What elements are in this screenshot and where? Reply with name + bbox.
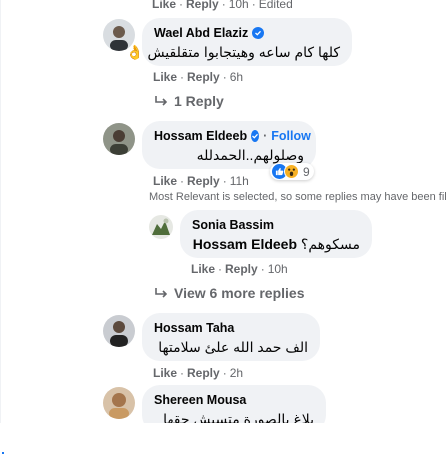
reply-arrow-icon — [155, 96, 168, 106]
timestamp[interactable]: 6h — [230, 70, 243, 84]
reply-link[interactable]: Reply — [186, 0, 219, 11]
timestamp[interactable]: 11h — [230, 174, 249, 188]
comment-actions: Like · Reply · 11h — [153, 174, 249, 188]
avatar[interactable] — [103, 315, 135, 347]
focus-marker — [2, 452, 4, 454]
comment-text: مسكوهم؟ Hossam Eldeeb — [192, 236, 360, 253]
view-replies-link[interactable]: 1 Reply — [154, 93, 224, 109]
comments-panel: Like · Reply · 10h · Edited Wael Abd Elaziz كل… — [0, 0, 446, 423]
comment-bubble: Wael Abd Elaziz كلها كام ساعه وهيتجابوا … — [126, 18, 352, 66]
avatar[interactable] — [149, 215, 173, 239]
comment-actions: Like · Reply · 2h — [153, 366, 244, 380]
like-link[interactable]: Like — [152, 0, 176, 11]
like-link[interactable]: Like — [153, 70, 177, 84]
view-more-replies-link[interactable]: View 6 more replies — [154, 285, 304, 301]
comment-text: الف حمد الله علئ سلامتها — [158, 339, 308, 355]
previous-comment-actions: Like · Reply · 10h · Edited — [152, 0, 293, 11]
verified-badge-icon — [251, 130, 260, 142]
reaction-summary[interactable]: 9 — [270, 163, 314, 180]
like-link[interactable]: Like — [191, 262, 215, 276]
reply-link[interactable]: Reply — [225, 262, 258, 276]
reply-link[interactable]: Reply — [187, 366, 220, 380]
reply-link[interactable]: Reply — [187, 70, 220, 84]
comment-actions: Like · Reply · 6h — [153, 70, 244, 84]
wow-reaction-icon — [284, 164, 299, 179]
comment-bubble: Shereen Mousa بلاغ بالصورة متسبش حقها — [142, 385, 326, 423]
comment-author[interactable]: Hossam Eldeeb · Follow — [154, 129, 311, 143]
reply-link[interactable]: Reply — [187, 174, 220, 188]
comment-actions: Like · Reply · 10h — [191, 262, 288, 276]
comment-author[interactable]: Wael Abd Elaziz — [154, 26, 340, 40]
follow-button[interactable]: Follow — [271, 129, 311, 143]
comment-text: بلاغ بالصورة متسبش حقها — [163, 411, 314, 423]
comment-author[interactable]: Sonia Bassim — [192, 218, 360, 232]
comment-text: وصلولهم..الحمدلله — [196, 147, 304, 163]
comment-bubble: Hossam Taha الف حمد الله علئ سلامتها — [142, 313, 320, 361]
comment-author[interactable]: Hossam Taha — [154, 321, 308, 335]
reply-text: مسكوهم؟ — [300, 236, 360, 252]
filter-notice: Most Relevant is selected, so some repli… — [149, 191, 446, 203]
reply-bubble: Sonia Bassim مسكوهم؟ Hossam Eldeeb — [180, 210, 372, 258]
timestamp[interactable]: 10h — [229, 0, 249, 11]
comment-bubble: Hossam Eldeeb · Follow وصلولهم..الحمدلله — [142, 121, 316, 169]
reply-arrow-icon — [155, 288, 168, 298]
mention-link[interactable]: Hossam Eldeeb — [193, 236, 297, 252]
avatar[interactable] — [103, 123, 135, 155]
comment-text: كلها كام ساعه وهيتجابوا متقلقيش 👌 — [126, 44, 340, 60]
panel-divider — [0, 0, 1, 423]
page-background — [0, 423, 446, 457]
timestamp[interactable]: 2h — [230, 366, 243, 380]
avatar[interactable] — [103, 387, 135, 419]
comment-author[interactable]: Shereen Mousa — [154, 393, 314, 407]
reaction-count: 9 — [303, 164, 310, 179]
edited-label: Edited — [258, 0, 293, 11]
like-link[interactable]: Like — [153, 174, 177, 188]
like-link[interactable]: Like — [153, 366, 177, 380]
timestamp[interactable]: 10h — [268, 262, 288, 276]
verified-badge-icon — [252, 27, 265, 39]
